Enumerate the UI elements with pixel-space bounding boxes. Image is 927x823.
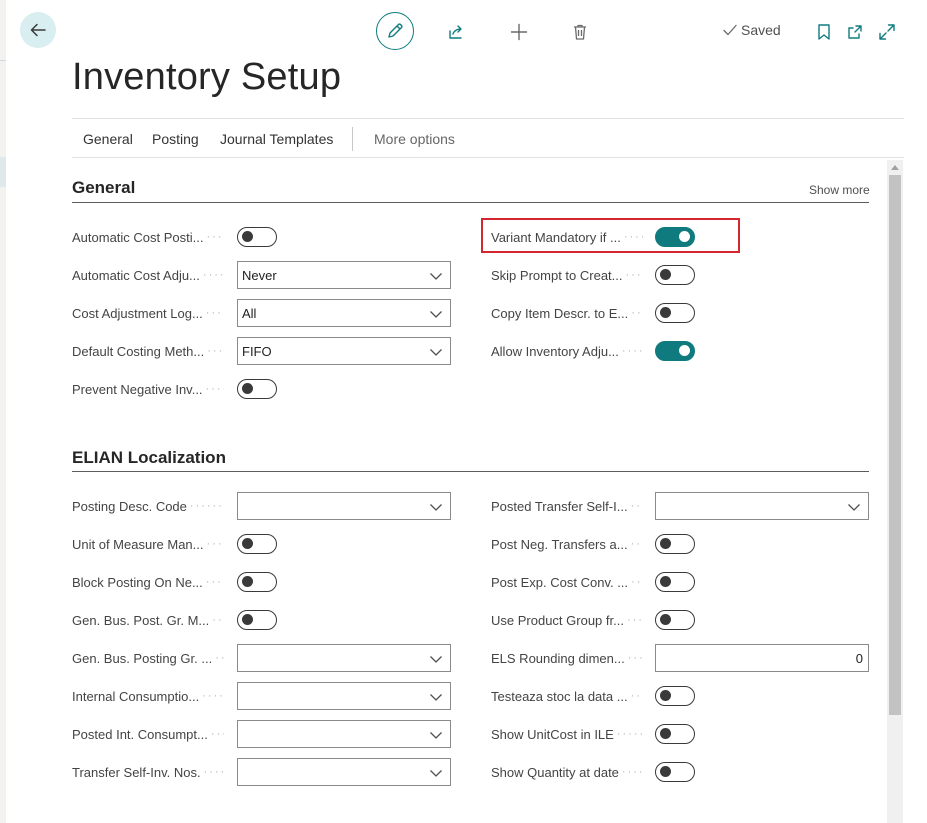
open-new-window-button[interactable]	[837, 14, 873, 50]
use-product-group-label: Use Product Group fr...·······	[491, 612, 643, 628]
new-button[interactable]	[501, 14, 537, 50]
default-costing-method-select[interactable]: FIFO	[237, 337, 451, 365]
elian-section-divider	[72, 471, 869, 472]
share-icon	[449, 25, 462, 39]
tab-general[interactable]: General	[83, 131, 133, 147]
back-button[interactable]	[20, 12, 56, 48]
post-neg-transfers-toggle[interactable]	[655, 534, 695, 554]
trash-icon	[574, 24, 586, 40]
saved-status: Saved	[722, 22, 781, 38]
tab-more-options[interactable]: More options	[374, 131, 455, 147]
transfer-self-inv-nos-select[interactable]	[237, 758, 451, 786]
show-quantity-at-date-toggle[interactable]	[655, 762, 695, 782]
testeaza-stoc-toggle[interactable]	[655, 686, 695, 706]
skip-prompt-toggle[interactable]	[655, 265, 695, 285]
gen-bus-posting-gr-label: Gen. Bus. Posting Gr. ...·······	[72, 650, 224, 666]
gen-bus-post-gr-toggle[interactable]	[237, 610, 277, 630]
chevron-down-icon	[430, 770, 442, 777]
automatic-cost-adjustment-label: Automatic Cost Adju...·······	[72, 267, 224, 283]
automatic-cost-adjustment-select[interactable]: Never	[237, 261, 451, 289]
chevron-down-icon	[430, 732, 442, 739]
posted-int-consumption-label: Posted Int. Consumpt...·······	[72, 726, 224, 742]
chevron-down-icon	[430, 273, 442, 280]
show-quantity-at-date-label: Show Quantity at date·······	[491, 764, 643, 780]
expand-icon	[879, 24, 895, 40]
block-posting-toggle[interactable]	[237, 572, 277, 592]
posted-transfer-self-inv-select[interactable]	[655, 492, 869, 520]
posting-desc-code-select[interactable]	[237, 492, 451, 520]
pencil-icon	[388, 23, 403, 38]
chevron-down-icon	[430, 504, 442, 511]
block-posting-label: Block Posting On Ne...·······	[72, 574, 224, 590]
delete-button[interactable]	[562, 14, 598, 50]
cost-adjustment-logging-label: Cost Adjustment Log...·······	[72, 305, 224, 321]
elian-section-title[interactable]: ELIAN Localization	[72, 448, 226, 468]
copy-item-descr-toggle[interactable]	[655, 303, 695, 323]
gen-bus-post-gr-label: Gen. Bus. Post. Gr. M...·······	[72, 612, 224, 628]
gen-bus-posting-gr-select[interactable]	[237, 644, 451, 672]
post-exp-cost-conv-toggle[interactable]	[655, 572, 695, 592]
post-neg-transfers-label: Post Neg. Transfers a...·······	[491, 536, 643, 552]
unit-of-measure-toggle[interactable]	[237, 534, 277, 554]
variant-mandatory-toggle[interactable]	[655, 227, 695, 247]
posted-int-consumption-select[interactable]	[237, 720, 451, 748]
allow-inventory-adjustment-toggle[interactable]	[655, 341, 695, 361]
internal-consumption-label: Internal Consumptio...·······	[72, 688, 224, 704]
chevron-down-icon	[430, 311, 442, 318]
plus-icon	[510, 23, 528, 41]
default-costing-method-label: Default Costing Meth...·······	[72, 343, 224, 359]
skip-prompt-label: Skip Prompt to Creat...·······	[491, 267, 643, 283]
left-edge-marker	[0, 157, 6, 187]
open-in-new-window-icon	[848, 25, 862, 39]
share-button[interactable]	[438, 14, 474, 50]
arrow-left-icon	[30, 23, 46, 37]
els-rounding-dimension-input[interactable]: 0	[655, 644, 869, 672]
show-more-link[interactable]: Show more	[809, 183, 870, 197]
prevent-negative-inventory-label: Prevent Negative Inv...·······	[72, 381, 224, 397]
show-unitcost-in-ile-toggle[interactable]	[655, 724, 695, 744]
page-title: Inventory Setup	[72, 56, 342, 98]
check-icon	[723, 24, 737, 36]
prevent-negative-inventory-toggle[interactable]	[237, 379, 277, 399]
internal-consumption-select[interactable]	[237, 682, 451, 710]
left-edge-divider	[0, 60, 6, 61]
unit-of-measure-label: Unit of Measure Man...·······	[72, 536, 224, 552]
show-unitcost-in-ile-label: Show UnitCost in ILE·······	[491, 726, 643, 742]
variant-mandatory-label: Variant Mandatory if ...·······	[491, 229, 643, 245]
allow-inventory-adjustment-label: Allow Inventory Adju...·······	[491, 343, 643, 359]
scrollbar-thumb[interactable]	[889, 175, 901, 715]
chevron-down-icon	[430, 694, 442, 701]
general-section-title[interactable]: General	[72, 178, 135, 198]
caret-up-icon	[891, 165, 899, 170]
testeaza-stoc-label: Testeaza stoc la data ...·······	[491, 688, 643, 704]
chevron-down-icon	[430, 349, 442, 356]
tab-bar-top-border	[72, 118, 904, 119]
transfer-self-inv-nos-label: Transfer Self-Inv. Nos.·······	[72, 764, 224, 780]
edit-button[interactable]	[376, 12, 414, 50]
chevron-down-icon	[848, 504, 860, 511]
cost-adjustment-logging-select[interactable]: All	[237, 299, 451, 327]
automatic-cost-posting-toggle[interactable]	[237, 227, 277, 247]
expand-button[interactable]	[869, 14, 905, 50]
tab-separator	[352, 127, 353, 151]
post-exp-cost-conv-label: Post Exp. Cost Conv. ...·······	[491, 574, 643, 590]
els-rounding-dimension-label: ELS Rounding dimen...·······	[491, 650, 643, 666]
scroll-up-button[interactable]	[887, 160, 903, 174]
tab-bar-bottom-border	[72, 157, 904, 158]
bookmark-icon	[818, 24, 830, 40]
saved-label: Saved	[741, 22, 781, 38]
tab-posting[interactable]: Posting	[152, 131, 199, 147]
use-product-group-toggle[interactable]	[655, 610, 695, 630]
chevron-down-icon	[430, 656, 442, 663]
copy-item-descr-label: Copy Item Descr. to E...·······	[491, 305, 643, 321]
tab-journal-templates[interactable]: Journal Templates	[220, 131, 333, 147]
posted-transfer-self-inv-label: Posted Transfer Self-I...·······	[491, 498, 643, 514]
posting-desc-code-label: Posting Desc. Code·······	[72, 498, 224, 514]
general-section-divider	[72, 202, 869, 203]
automatic-cost-posting-label: Automatic Cost Posti...·······	[72, 229, 224, 245]
left-edge-strip	[0, 0, 6, 823]
